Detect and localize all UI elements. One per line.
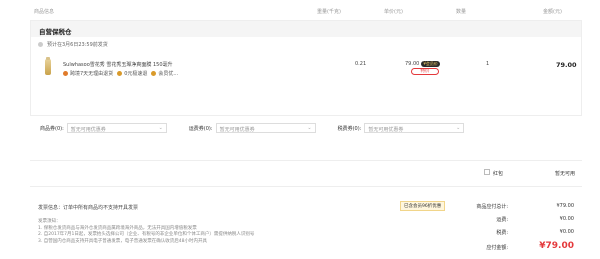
red-packet-row: 红包 暂无可用 — [30, 160, 582, 184]
col-unit-price: 单价(元) — [384, 9, 403, 15]
tax-label: 税费: — [496, 230, 508, 236]
item-amount: 79.00 — [556, 61, 577, 69]
goods-coupon-select[interactable]: 暂无可用优惠券 ⌄ — [66, 123, 167, 133]
shipping-value: ¥0.00 — [559, 216, 574, 222]
shipping-coupon-select[interactable]: 暂无可用优惠券 ⌄ — [215, 123, 316, 133]
checkout-page: 商品信息 重量(千克) 单价(元) 数量 金额(元) 自营保税仓 预计在3月6日… — [0, 0, 600, 259]
member-price-badge: ¥会员价 — [421, 61, 440, 67]
item-qty: 1 — [486, 61, 490, 67]
col-product: 商品信息 — [34, 9, 55, 15]
coupon-row: 商品券(0): 暂无可用优惠券 ⌄ 运费券(0): 暂无可用优惠券 ⌄ 税费券(0)… — [30, 116, 582, 140]
tag-member: 会员优... — [151, 70, 178, 77]
invoice-notes: 发票须知： 1. 保税仓发货商品与海外仓发货商品属跨境海外商品，无法开具国内增值… — [38, 219, 255, 244]
ship-note: 预计在3月6日23:59前发货 — [31, 37, 581, 51]
order-section: 自营保税仓 预计在3月6日23:59前发货 Sulwhasoo雪花秀 雪花秀玉璨… — [30, 20, 582, 116]
col-weight: 重量(千克) — [317, 9, 341, 15]
tax-coupon: 税费券(0): 暂无可用优惠券 ⌄ — [338, 123, 465, 133]
service-tags: 跨境7天无理由退货 0元极速退 会员优... — [63, 70, 178, 77]
ship-note-text: 预计在3月6日23:59前发货 — [47, 41, 108, 48]
chevron-down-icon: ⌄ — [307, 125, 312, 131]
tax-coupon-select[interactable]: 暂无可用优惠券 ⌄ — [364, 123, 465, 133]
clock-icon — [38, 41, 43, 47]
goods-coupon-label: 商品券(0): — [40, 125, 64, 132]
warehouse-title: 自营保税仓 — [31, 21, 581, 37]
goods-total-label: 商品应付总计: — [476, 204, 508, 210]
tag-refund: 0元极速退 — [117, 70, 147, 77]
column-header: 商品信息 重量(千克) 单价(元) 数量 金额(元) — [0, 0, 600, 20]
tax-value: ¥0.00 — [559, 229, 574, 235]
col-qty: 数量 — [456, 9, 467, 15]
red-packet-value: 暂无可用 — [555, 171, 576, 177]
member-icon — [151, 71, 157, 76]
item-price: 79.00 ¥会员价 — [405, 61, 440, 67]
due-label: 应付金额: — [486, 245, 508, 251]
tax-coupon-label: 税费券(0): — [337, 125, 362, 132]
chevron-down-icon: ⌄ — [456, 125, 461, 131]
product-thumbnail[interactable] — [45, 57, 51, 75]
shipping-label: 运费: — [496, 217, 508, 223]
goods-total-value: ¥79.00 — [556, 203, 575, 209]
goods-coupon: 商品券(0): 暂无可用优惠券 ⌄ — [40, 123, 167, 133]
red-packet-checkbox[interactable] — [484, 169, 490, 175]
product-name[interactable]: Sulwhasoo雪花秀 雪花秀玉璨净爽面膜 150毫升 — [63, 61, 173, 68]
invoice-info: 发票信息：订单中所有商品均不支持开具发票 — [38, 205, 139, 211]
member-discount-chip: 已含会员96折优惠 — [400, 201, 446, 211]
col-amount: 金额(元) — [543, 9, 562, 15]
summary-section: 发票信息：订单中所有商品均不支持开具发票 发票须知： 1. 保税仓发货商品与海外… — [30, 186, 582, 259]
item-weight: 0.21 — [355, 61, 367, 67]
shipping-coupon-label: 运费券(0): — [188, 125, 213, 132]
chevron-down-icon: ⌄ — [158, 125, 163, 131]
order-item-row: Sulwhasoo雪花秀 雪花秀玉璨净爽面膜 150毫升 跨境7天无理由退货 0… — [31, 51, 581, 89]
return-icon — [63, 71, 68, 76]
refund-icon — [117, 71, 123, 76]
red-packet-label: 红包 — [493, 171, 504, 177]
shipping-coupon: 运费券(0): 暂无可用优惠券 ⌄ — [189, 123, 316, 133]
due-value: ¥79.00 — [539, 241, 574, 251]
special-price-button[interactable]: 特价 — [411, 68, 439, 75]
tag-return: 跨境7天无理由退货 — [63, 70, 113, 77]
